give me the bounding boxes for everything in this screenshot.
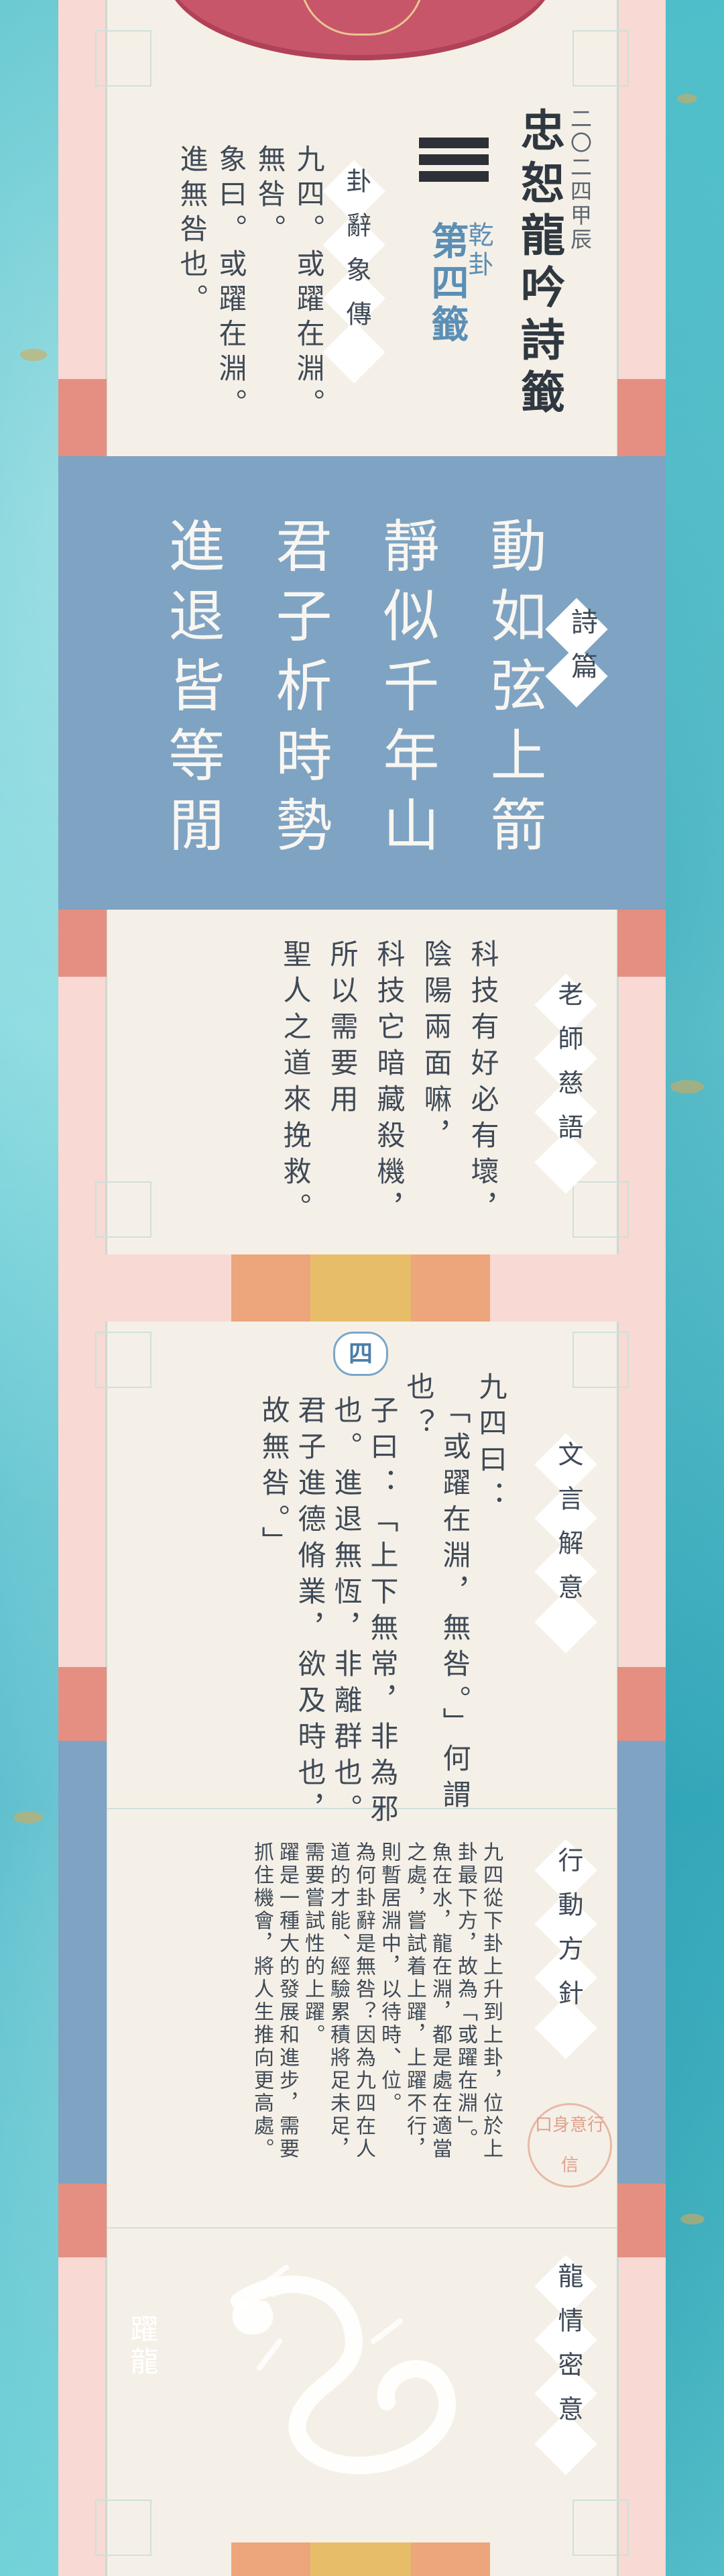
side-accent [58, 2184, 107, 2257]
teacher-line-5: 聖人之道來挽救。 [279, 939, 312, 1229]
stamp-char: 口 [534, 2114, 552, 2135]
corner-ornament [572, 30, 629, 87]
poem-line-4: 進退皆等閒 [160, 517, 225, 865]
fortune-card: 二〇二四甲辰 忠恕龍吟詩籤 乾卦 第四籤 卦辭象傳 九四。或躍在淵。 無咎。 象… [58, 0, 666, 2576]
page-title: 忠恕龍吟詩籤 [514, 107, 566, 421]
hexagram-line-3: 象曰。或躍在淵。 [215, 144, 247, 423]
side-accent [617, 1667, 666, 1741]
action-line-1: 九四從下卦上升到上卦，位於上 [479, 1841, 503, 2161]
divider-line [107, 2227, 617, 2229]
dragon-badge: 龍情密意 [554, 2263, 583, 2440]
color-block [231, 2542, 310, 2576]
side-accent [58, 1741, 107, 2184]
stamp-char: 信 [560, 2155, 579, 2176]
action-line-7: 道的才能、經驗累積將足未足， [326, 1841, 350, 2161]
corner-ornament [95, 1181, 152, 1238]
gold-fleck [20, 349, 47, 361]
color-block [411, 2542, 490, 2576]
teacher-line-4: 所以需要用 [326, 939, 359, 1120]
corner-ornament [572, 2500, 629, 2556]
corner-ornament [572, 1332, 629, 1388]
stamp-char: 行 [587, 2114, 605, 2135]
dragon-label: 躍龍 [126, 2314, 159, 2379]
teacher-badge: 老師慈語 [554, 981, 583, 1158]
side-accent [58, 910, 107, 977]
corner-ornament [95, 30, 152, 87]
side-accent [617, 1741, 666, 2184]
color-block [310, 1254, 411, 1322]
action-line-5: 則暫居淵中，以待時、位。 [377, 1841, 401, 2115]
hexagram-line-1: 九四。或躍在淵。 [292, 144, 325, 423]
action-line-10: 抓住機會，將人生推向更高處。 [250, 1841, 274, 2161]
color-block [411, 1254, 490, 1322]
side-accent [617, 379, 666, 456]
section-number-badge: 四 [333, 1332, 388, 1376]
action-line-3: 魚在水，龍在淵，都是處在適當 [428, 1841, 452, 2161]
color-block [310, 2542, 411, 2576]
hexagram-line-2: 無咎。 [253, 144, 286, 249]
action-line-2: 卦最下方，故為「或躍在淵」。 [454, 1841, 477, 2151]
poem-badge: 詩篇 [566, 608, 597, 696]
teacher-line-1: 科技有好必有壞， [467, 939, 499, 1229]
gold-fleck [680, 2214, 705, 2224]
action-badge: 行動方針 [554, 1847, 583, 2024]
poem-line-3: 君子析時勢 [267, 517, 333, 865]
section-badge: 卦辭象傳 [342, 168, 371, 345]
action-line-4: 之處，嘗試着上躍，上躍不行， [403, 1841, 426, 2161]
qian-trigram-icon [419, 138, 489, 188]
corner-ornament [572, 1181, 629, 1238]
side-accent [617, 910, 666, 977]
teacher-line-2: 陰陽兩面嘛， [420, 939, 452, 1157]
side-accent [617, 2184, 666, 2257]
action-line-6: 為何卦辭是無咎？因為九四在人 [352, 1841, 375, 2161]
stamp-char: 身 [552, 2114, 570, 2135]
corner-ornament [95, 1332, 152, 1388]
side-accent [58, 1667, 107, 1741]
wenyan-line-7: 故無咎。」 [257, 1395, 290, 1562]
gold-fleck [670, 1080, 704, 1093]
poem-line-2: 靜似千年山 [374, 517, 440, 865]
wenyan-badge: 文言解意 [554, 1441, 583, 1618]
gold-fleck [13, 1811, 43, 1823]
dragon-illustration [231, 2265, 457, 2475]
stamp-char: 意 [570, 2114, 588, 2135]
wenyan-line-2: 「或躍在淵，無咎。」何謂 [438, 1395, 471, 1816]
corner-ornament [95, 2500, 152, 2556]
side-accent [58, 379, 107, 456]
hexagram-line-4: 進無咎也。 [176, 144, 208, 319]
action-line-8: 需要嘗試性的上躍。 [301, 1841, 324, 2047]
lot-number: 第四籤 [425, 221, 469, 346]
cloud-motif [300, 0, 424, 36]
gold-fleck [677, 94, 697, 103]
action-line-9: 躍是一種大的發展和進步，需要 [276, 1841, 299, 2161]
color-block [231, 1254, 310, 1322]
teacher-line-3: 科技它暗藏殺機， [373, 939, 406, 1229]
stamp-seal: 口 身 意 行 信 [528, 2103, 612, 2188]
poem-line-1: 動如弦上箭 [481, 517, 547, 865]
